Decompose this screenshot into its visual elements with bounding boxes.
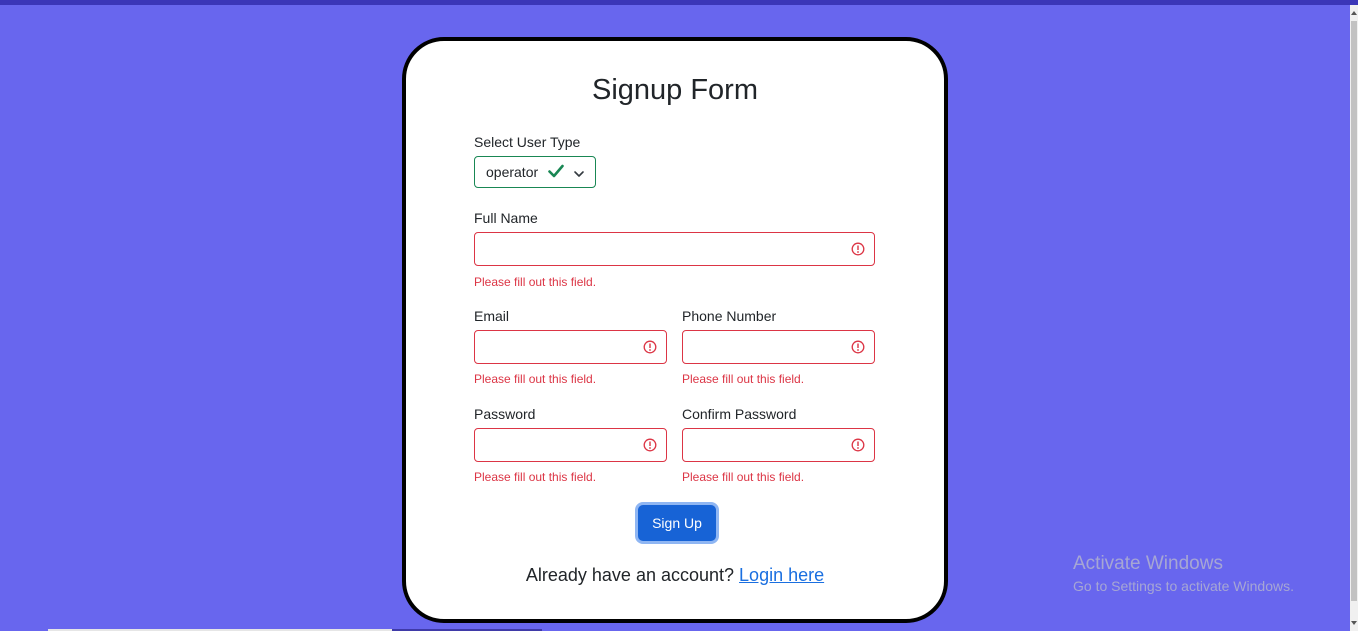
login-link[interactable]: Login here — [739, 565, 824, 585]
scrollbar-thumb[interactable] — [1351, 21, 1357, 601]
sign-up-button[interactable]: Sign Up — [638, 505, 716, 541]
full-name-input[interactable] — [474, 232, 875, 266]
scroll-up-icon[interactable] — [1351, 11, 1357, 15]
login-prompt-text: Already have an account? — [525, 565, 735, 585]
exclamation-circle-icon — [643, 438, 657, 457]
login-prompt: Already have an account? Login here — [406, 565, 944, 586]
windows-activation-watermark: Activate Windows Go to Settings to activ… — [1073, 553, 1294, 594]
user-type-value: operator — [486, 164, 538, 180]
confirm-password-label: Confirm Password — [682, 406, 797, 422]
page-title: Signup Form — [591, 74, 758, 106]
check-icon — [548, 164, 564, 183]
browser-top-strip — [0, 0, 1358, 5]
user-type-label: Select User Type — [474, 134, 581, 150]
exclamation-circle-icon — [643, 340, 657, 359]
phone-input[interactable] — [682, 330, 875, 364]
scroll-down-icon[interactable] — [1351, 621, 1357, 625]
email-input[interactable] — [474, 330, 667, 364]
phone-error: Please fill out this field. — [682, 372, 805, 386]
exclamation-circle-icon — [851, 438, 865, 457]
password-error: Please fill out this field. — [474, 470, 597, 484]
confirm-password-input[interactable] — [682, 428, 875, 462]
email-label: Email — [474, 308, 510, 324]
phone-label: Phone Number — [682, 308, 777, 324]
password-label: Password — [474, 406, 536, 422]
full-name-error: Please fill out this field. — [474, 275, 597, 289]
signup-card: Signup Form Select User Type operator Fu… — [402, 37, 948, 623]
vertical-scrollbar[interactable] — [1350, 5, 1358, 631]
email-error: Please fill out this field. — [474, 372, 597, 386]
password-input[interactable] — [474, 428, 667, 462]
full-name-label: Full Name — [474, 210, 538, 226]
exclamation-circle-icon — [851, 242, 865, 261]
user-type-select[interactable]: operator — [474, 156, 596, 188]
watermark-subtitle: Go to Settings to activate Windows. — [1073, 578, 1294, 594]
confirm-password-error: Please fill out this field. — [682, 470, 805, 484]
watermark-title: Activate Windows — [1073, 553, 1223, 574]
chevron-down-icon — [573, 166, 585, 184]
exclamation-circle-icon — [851, 340, 865, 359]
